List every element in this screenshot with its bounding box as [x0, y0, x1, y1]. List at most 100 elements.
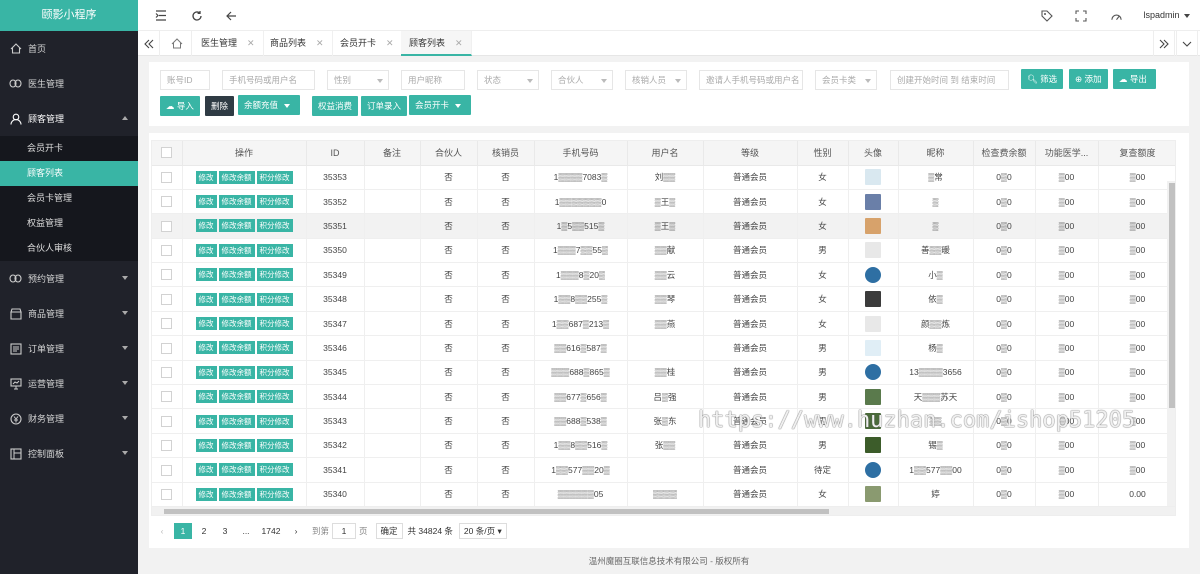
row-checkbox[interactable]: [161, 488, 173, 500]
row-checkbox[interactable]: [161, 220, 173, 232]
open-card-dropdown[interactable]: 会员开卡: [409, 95, 471, 115]
table-row[interactable]: 修改 修改余额 积分修改 35349 否否 1▒▒▒8▒20▒ ▒▒云 普通会员女小▒ 0▒0 ▒…: [152, 262, 1175, 288]
column-header[interactable]: 昵称: [898, 141, 974, 166]
status-select[interactable]: 状态: [477, 70, 539, 90]
row-checkbox[interactable]: [161, 269, 173, 281]
column-header[interactable]: 操作: [182, 141, 307, 166]
sidebar-item-8[interactable]: 控制面板: [0, 436, 138, 471]
account-id-input[interactable]: 账号ID: [160, 70, 210, 90]
goto-page-input[interactable]: 1: [332, 523, 357, 539]
column-header[interactable]: 合伙人: [420, 141, 478, 166]
avatar[interactable]: [865, 242, 881, 259]
table-row[interactable]: 修改 修改余额 积分修改 35346 否否 ▒▒616▒587▒ 普通会员男杨▒ 0▒0 ▒00…: [152, 335, 1175, 361]
page-button[interactable]: 2: [195, 523, 213, 539]
column-header[interactable]: 等级: [703, 141, 798, 166]
sidebar-item-1[interactable]: 医生管理: [0, 66, 138, 101]
page-button[interactable]: 1742: [258, 523, 284, 539]
page-button[interactable]: 3: [216, 523, 234, 539]
row-action-button[interactable]: 修改余额: [218, 341, 255, 355]
row-action-button[interactable]: 修改余额: [218, 438, 255, 452]
row-action-button[interactable]: 修改余额: [218, 365, 255, 379]
tabs-options-icon[interactable]: [1176, 31, 1198, 56]
avatar[interactable]: [865, 291, 881, 308]
row-action-button[interactable]: 修改: [195, 243, 217, 257]
avatar[interactable]: [865, 266, 881, 283]
user-menu[interactable]: lspadmin: [1143, 10, 1190, 20]
export-button[interactable]: ☁ 导出: [1113, 69, 1156, 89]
column-header[interactable]: 用户名: [627, 141, 704, 166]
row-checkbox[interactable]: [161, 196, 173, 208]
submenu-item-3[interactable]: 权益管理: [0, 211, 138, 236]
avatar[interactable]: [865, 437, 881, 454]
row-checkbox[interactable]: [161, 464, 173, 476]
nickname-input[interactable]: 用户昵称: [401, 70, 465, 90]
row-action-button[interactable]: 修改: [195, 365, 217, 379]
next-page-icon[interactable]: ›: [287, 523, 305, 539]
row-action-button[interactable]: 积分修改: [256, 438, 293, 452]
back-icon[interactable]: [224, 9, 237, 22]
table-row[interactable]: 修改 修改余额 积分修改 35344 否否 ▒▒677▒656▒ 吕▒强 普通会员男天▒▒▒苏…: [152, 384, 1175, 410]
menu-collapse-icon[interactable]: [154, 9, 167, 22]
avatar[interactable]: [865, 461, 881, 478]
row-action-button[interactable]: 修改: [195, 292, 217, 306]
column-header[interactable]: 手机号码: [534, 141, 628, 166]
horizontal-scrollbar[interactable]: [151, 506, 1176, 516]
avatar[interactable]: [865, 217, 881, 234]
column-header[interactable]: ID: [306, 141, 365, 166]
submenu-item-4[interactable]: 合伙人审核: [0, 236, 138, 261]
row-action-button[interactable]: 积分修改: [256, 268, 293, 282]
row-action-button[interactable]: 修改余额: [218, 170, 255, 184]
tab-1[interactable]: 商品列表 ✕: [262, 31, 333, 56]
theme-icon[interactable]: [1110, 9, 1123, 22]
row-checkbox[interactable]: [161, 171, 173, 183]
rights-consume-button[interactable]: 权益消费: [312, 96, 359, 116]
filter-button[interactable]: 🔍︎ 筛选: [1021, 69, 1064, 89]
row-action-button[interactable]: 修改余额: [218, 463, 255, 477]
page-size-select[interactable]: 20 条/页 ▾: [458, 523, 507, 539]
sidebar-item-2[interactable]: 顾客管理: [0, 101, 138, 136]
close-icon[interactable]: ✕: [316, 38, 324, 48]
row-action-button[interactable]: 修改余额: [218, 292, 255, 306]
row-action-button[interactable]: 修改: [195, 268, 217, 282]
row-action-button[interactable]: 修改余额: [218, 414, 255, 428]
row-action-button[interactable]: 积分修改: [256, 243, 293, 257]
avatar[interactable]: [865, 388, 881, 405]
avatar[interactable]: [865, 169, 881, 186]
tabs-next-icon[interactable]: [1153, 31, 1175, 56]
avatar[interactable]: [865, 315, 881, 332]
phone-name-input[interactable]: 手机号码或用户名: [222, 70, 315, 90]
row-action-button[interactable]: 修改: [195, 390, 217, 404]
submenu-item-1[interactable]: 顾客列表: [0, 161, 138, 186]
table-row[interactable]: 修改 修改余额 积分修改 35353 否否 1▒▒▒▒7083▒ 刘▒▒ 普通会员女 ▒常 0▒0…: [152, 165, 1175, 190]
select-all-checkbox[interactable]: [161, 147, 173, 159]
row-checkbox[interactable]: [161, 293, 173, 305]
inviter-input[interactable]: 邀请人手机号码或用户名: [699, 70, 803, 90]
column-header[interactable]: 功能医学...: [1035, 141, 1099, 166]
row-checkbox[interactable]: [161, 440, 173, 452]
row-action-button[interactable]: 修改余额: [218, 317, 255, 331]
row-action-button[interactable]: 修改余额: [218, 195, 255, 209]
row-action-button[interactable]: 修改余额: [218, 219, 255, 233]
row-checkbox[interactable]: [161, 415, 173, 427]
sidebar-item-4[interactable]: 商品管理: [0, 296, 138, 331]
avatar[interactable]: [865, 339, 881, 356]
table-row[interactable]: 修改 修改余额 积分修改 35342 否否 1▒▒8▒▒516▒ 张▒▒ 普通会员男锡▒ 0▒0…: [152, 433, 1175, 459]
table-row[interactable]: 修改 修改余额 积分修改 35340 否否 ▒▒▒▒▒▒05 ▒▒▒▒ 普通会员女婷 0▒0 ▒0…: [152, 482, 1175, 506]
avatar[interactable]: [865, 364, 881, 381]
vertical-scroll-thumb[interactable]: [1169, 183, 1175, 408]
partner-select[interactable]: 合伙人: [551, 70, 613, 90]
row-action-button[interactable]: 修改余额: [218, 243, 255, 257]
card-type-select[interactable]: 会员卡类: [815, 70, 877, 90]
column-header[interactable]: 头像: [848, 141, 899, 166]
row-checkbox[interactable]: [161, 391, 173, 403]
home-tab-icon[interactable]: [162, 31, 192, 56]
submenu-item-0[interactable]: 会员开卡: [0, 136, 138, 161]
goto-confirm-button[interactable]: 确定: [375, 523, 403, 539]
row-action-button[interactable]: 修改: [195, 463, 217, 477]
prev-page-icon[interactable]: ‹: [153, 523, 171, 539]
avatar[interactable]: [865, 193, 881, 210]
row-checkbox[interactable]: [161, 342, 173, 354]
close-icon[interactable]: ✕: [386, 38, 394, 48]
row-action-button[interactable]: 修改: [195, 341, 217, 355]
row-action-button[interactable]: 修改: [195, 170, 217, 184]
